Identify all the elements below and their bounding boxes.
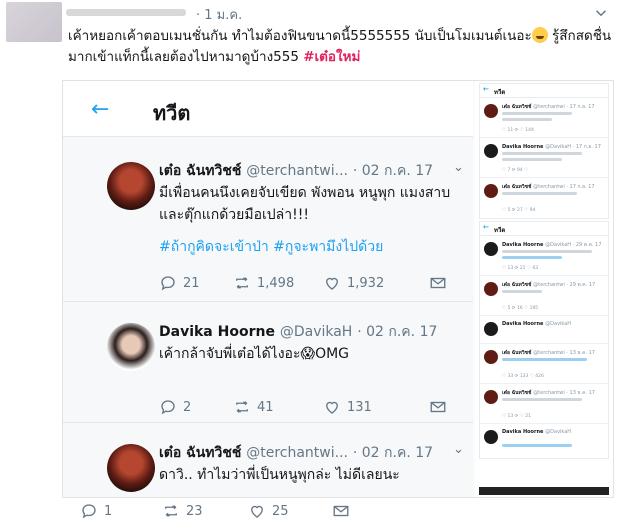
avatar bbox=[484, 322, 498, 336]
retweet-button[interactable]: 41 bbox=[233, 398, 274, 416]
avatar bbox=[484, 350, 498, 364]
tweet-page: · 1 ม.ค. เค้าหยอกเค้าตอบเมนชั่นกัน ทำไมต… bbox=[0, 0, 620, 531]
envelope-icon bbox=[430, 401, 446, 413]
reply-icon bbox=[82, 504, 96, 519]
avatar bbox=[484, 390, 498, 404]
attached-screenshot[interactable]: ← ทวีต เต๋อ ฉันทวิชช์ @terchantwi... · 0… bbox=[62, 80, 614, 498]
mini-tweet[interactable]: เต๋อ ฉันทวิชช์ @terchantwi · 17 ก.ย. 17 … bbox=[480, 98, 608, 138]
tweet-thread-panel: ← ทวีต เต๋อ ฉันทวิชช์ @terchantwi... · 0… bbox=[63, 81, 473, 497]
mini-tweet[interactable]: เต๋อ ฉันทวิชช์ @terchantwi · 13 ธ.ค. 17 … bbox=[480, 344, 608, 384]
avatar bbox=[484, 104, 498, 118]
tweet-date[interactable]: · 1 ม.ค. bbox=[196, 4, 242, 25]
outer-tweet-actions: 1 23 25 bbox=[62, 500, 614, 524]
reply-button[interactable]: 21 bbox=[159, 274, 200, 292]
tweet-text: มีเพื่อนคนนึงเคยจับเขียด พังพอน หนูพุก แ… bbox=[159, 185, 451, 223]
tweet-author[interactable]: เต๋อ ฉันทวิชช์ @terchantwi... · 02 ก.ค. … bbox=[159, 442, 433, 464]
tweet-text: เค้ากล้าจับพี่เต๋อได้ไงอะ😱OMG bbox=[159, 346, 350, 362]
mini-tweet[interactable]: Davika Hoorne @DavikaH bbox=[480, 316, 608, 344]
tweet-caption: เค้าหยอกเค้าตอบเมนชั่นกัน ทำไมต้องฟินขนา… bbox=[68, 26, 614, 68]
avatar[interactable] bbox=[107, 323, 155, 371]
dm-button[interactable] bbox=[429, 398, 447, 416]
chevron-down-icon[interactable]: ⌄ bbox=[453, 160, 464, 175]
back-arrow-icon[interactable]: ← bbox=[91, 99, 109, 121]
mini-tweet[interactable]: เต๋อ ฉันทวิชช์ @terchantwi · 13 ธ.ค. 17 … bbox=[480, 384, 608, 424]
retweet-button[interactable]: 1,498 bbox=[233, 274, 294, 292]
thread-topbar: ← ทวีต bbox=[63, 81, 473, 137]
like-button[interactable]: 131 bbox=[323, 398, 372, 416]
thumbnail-column: ทวีต เต๋อ ฉันทวิชช์ @terchantwi · 17 ก.ย… bbox=[475, 81, 613, 497]
reply-icon bbox=[161, 400, 175, 415]
tweet-header: · 1 ม.ค. bbox=[0, 0, 620, 42]
retweet-icon bbox=[165, 505, 177, 517]
chevron-down-icon[interactable] bbox=[592, 4, 610, 22]
avatar bbox=[484, 282, 498, 296]
reply-button[interactable]: 1 bbox=[80, 502, 112, 520]
avatar[interactable] bbox=[107, 162, 155, 210]
mini-tweet[interactable]: Davika Hoorne @DavikaH · 29 ต.ค. 17 ♡ 13… bbox=[480, 236, 608, 276]
avatar bbox=[484, 242, 498, 256]
mini-thread-title: ทวีต bbox=[480, 222, 608, 236]
tweet-hashtags[interactable]: #ถ้ากูคิดจะเข้าป่า #กูจะพามึงไปด้วย bbox=[159, 236, 459, 258]
avatar bbox=[484, 144, 498, 158]
mini-tweet[interactable]: เต๋อ ฉันทวิชช์ @terchantwi · 29 ต.ค. 17 … bbox=[480, 276, 608, 316]
blurred-username bbox=[66, 9, 186, 16]
heart-icon bbox=[251, 505, 263, 518]
mini-thread-card[interactable]: ทวีต Davika Hoorne @DavikaH · 29 ต.ค. 17… bbox=[479, 221, 609, 459]
hashtag-link[interactable]: #เต๋อใหม่ bbox=[303, 49, 360, 65]
thread-tweet[interactable]: Davika Hoorne @DavikaH · 02 ก.ค. 17 เค้า… bbox=[63, 303, 473, 423]
laughing-emoji-icon bbox=[531, 27, 548, 43]
like-button[interactable]: 25 bbox=[248, 502, 289, 520]
caption-text: เค้าหยอกเค้าตอบเมนชั่นกัน ทำไมต้องฟินขนา… bbox=[68, 28, 532, 44]
tweet-author[interactable]: เต๋อ ฉันทวิชช์ @terchantwi... · 02 ก.ค. … bbox=[159, 160, 433, 182]
retweet-icon bbox=[236, 401, 248, 413]
avatar bbox=[484, 430, 498, 444]
retweet-icon bbox=[236, 277, 248, 289]
dm-button[interactable] bbox=[332, 502, 350, 520]
reply-icon bbox=[161, 276, 175, 291]
reply-button[interactable]: 2 bbox=[159, 398, 191, 416]
like-button[interactable]: 1,932 bbox=[323, 274, 384, 292]
heart-icon bbox=[326, 401, 338, 414]
envelope-icon bbox=[333, 505, 349, 517]
mini-tweet[interactable]: Davika Hoorne @DavikaH · 17 ก.ย. 17 ♡ 7 … bbox=[480, 138, 608, 178]
blurred-avatar[interactable] bbox=[6, 2, 62, 42]
mini-tweet[interactable]: Davika Hoorne @DavikaH bbox=[480, 424, 608, 458]
mini-thread-card[interactable]: ทวีต เต๋อ ฉันทวิชช์ @terchantwi · 17 ก.ย… bbox=[479, 83, 609, 219]
thread-tweet[interactable]: เต๋อ ฉันทวิชช์ @terchantwi... · 02 ก.ค. … bbox=[63, 424, 473, 497]
avatar bbox=[484, 184, 498, 198]
heart-icon bbox=[326, 277, 338, 290]
envelope-icon bbox=[430, 277, 446, 289]
avatar[interactable] bbox=[107, 444, 155, 492]
dm-button[interactable] bbox=[429, 274, 447, 292]
tweet-text: ดาวิ.. ทำไมว่าพี่เป็นหนูพุกล่ะ ไม่ดีเลยน… bbox=[159, 467, 400, 483]
retweet-button[interactable]: 23 bbox=[162, 502, 203, 520]
tweet-actions: 2 41 131 bbox=[159, 398, 459, 418]
thread-title: ทวีต bbox=[153, 101, 191, 125]
mini-image-strip bbox=[479, 487, 609, 495]
mini-thread-title: ทวีต bbox=[480, 84, 608, 98]
chevron-down-icon[interactable]: ⌄ bbox=[453, 442, 464, 457]
tweet-actions: 21 1,498 1,932 bbox=[159, 274, 459, 294]
thread-tweet[interactable]: เต๋อ ฉันทวิชช์ @terchantwi... · 02 ก.ค. … bbox=[63, 138, 473, 302]
tweet-author[interactable]: Davika Hoorne @DavikaH · 02 ก.ค. 17 bbox=[159, 321, 437, 343]
mini-tweet[interactable]: เต๋อ ฉันทวิชช์ @terchantwi · 17 ก.ย. 17 … bbox=[480, 178, 608, 218]
